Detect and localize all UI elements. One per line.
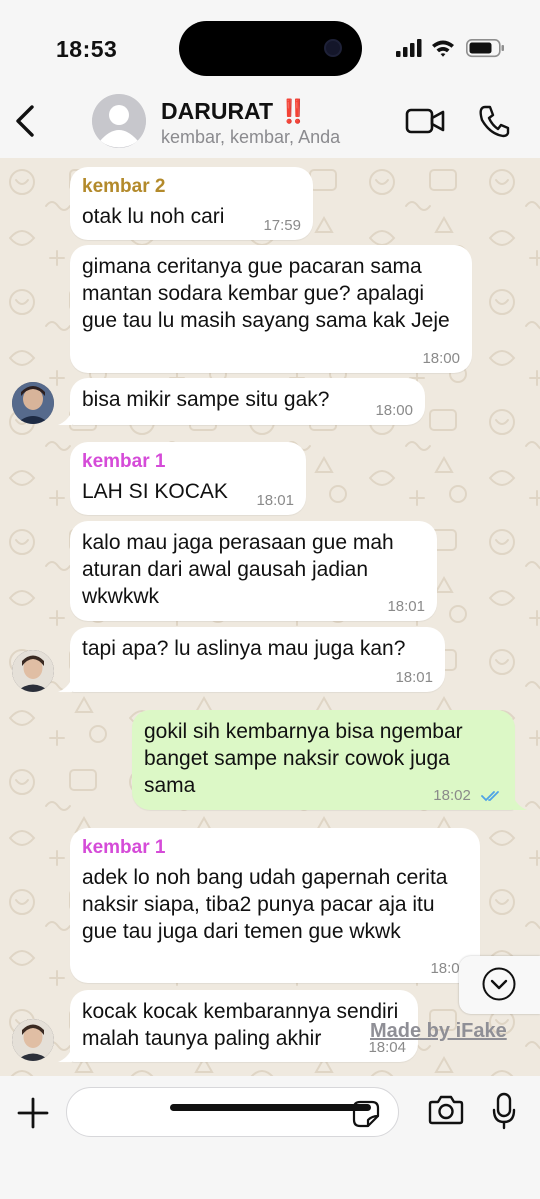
scroll-to-bottom-button[interactable] (459, 956, 540, 1014)
message-text: tapi apa? lu aslinya mau juga kan? (82, 637, 406, 660)
bubble-tail (513, 796, 527, 810)
camera-icon[interactable] (428, 1094, 464, 1126)
video-call-icon[interactable] (405, 106, 445, 136)
chevron-down-circle-icon (482, 967, 516, 1001)
front-camera-icon (324, 39, 342, 57)
message-time: 18:01 (387, 598, 425, 615)
message-bubble[interactable]: kembar 1 LAH SI KOCAK 18:01 (70, 442, 306, 515)
bubble-tail (58, 1048, 72, 1062)
sender-name: kembar 1 (82, 451, 166, 472)
message-time-value: 18:02 (433, 787, 471, 804)
microphone-icon[interactable] (492, 1092, 516, 1130)
bubble-tail (58, 411, 72, 425)
message-text: adek lo noh bang udah gapernah cerita na… (82, 866, 448, 943)
message-time: 17:59 (263, 217, 301, 234)
group-title-text: DARURAT (161, 98, 274, 124)
message-time: 18:02 (433, 788, 503, 804)
chat-header: DARURAT ‼️ kembar, kembar, Anda (0, 90, 540, 158)
message-bubble[interactable]: gimana ceritanya gue pacaran sama mantan… (70, 245, 472, 373)
message-text: kalo mau jaga perasaan gue mah aturan da… (82, 531, 394, 608)
status-icons (396, 39, 504, 58)
message-bubble[interactable]: kocak kocak kembarannya sendiri malah ta… (70, 990, 418, 1062)
home-indicator[interactable] (170, 1104, 371, 1111)
status-bar: 18:53 (0, 0, 540, 90)
group-members[interactable]: kembar, kembar, Anda (161, 127, 340, 148)
wifi-icon (432, 40, 454, 57)
message-text: gimana ceritanya gue pacaran sama mantan… (82, 255, 450, 332)
double-exclamation-emoji: ‼️ (279, 98, 309, 124)
message-bubble[interactable]: kalo mau jaga perasaan gue mah aturan da… (70, 521, 437, 621)
bubble-tail (58, 678, 72, 692)
battery-icon (466, 39, 504, 58)
message-time: 18:01 (395, 669, 433, 686)
message-input[interactable] (66, 1087, 399, 1137)
plus-icon[interactable] (16, 1096, 50, 1130)
avatar-photo (12, 382, 54, 424)
avatar-photo (12, 650, 54, 692)
outgoing-message-bubble[interactable]: gokil sih kembarnya bisa ngembar banget … (132, 710, 515, 810)
message-time: 18:00 (375, 402, 413, 419)
phone-icon[interactable] (478, 104, 510, 138)
group-avatar[interactable] (92, 94, 146, 148)
group-title[interactable]: DARURAT ‼️ (161, 98, 308, 125)
sender-name: kembar 2 (82, 176, 166, 197)
back-icon[interactable] (12, 104, 38, 138)
watermark: Made by iFake (370, 1020, 507, 1042)
composer-bar (0, 1076, 540, 1199)
dynamic-island (179, 21, 362, 76)
sender-avatar[interactable] (12, 382, 54, 424)
message-bubble[interactable]: kembar 1 adek lo noh bang udah gapernah … (70, 828, 480, 983)
sender-avatar[interactable] (12, 650, 54, 692)
status-time: 18:53 (56, 36, 118, 62)
chat-area[interactable]: kembar 2 otak lu noh cari 17:59 gimana c… (0, 158, 540, 1076)
read-receipt-icon (481, 791, 499, 802)
message-bubble[interactable]: bisa mikir sampe situ gak? 18:00 (70, 378, 425, 425)
message-time: 18:01 (256, 492, 294, 509)
sender-avatar[interactable] (12, 1019, 54, 1061)
message-time: 18:00 (422, 350, 460, 367)
message-text: kocak kocak kembarannya sendiri malah ta… (82, 1000, 399, 1050)
person-placeholder-icon (92, 94, 146, 148)
message-bubble[interactable]: tapi apa? lu aslinya mau juga kan? 18:01 (70, 627, 445, 692)
message-text: bisa mikir sampe situ gak? (82, 388, 330, 411)
message-bubble[interactable]: kembar 2 otak lu noh cari 17:59 (70, 167, 313, 240)
avatar-photo (12, 1019, 54, 1061)
cellular-signal-icon (396, 39, 422, 57)
sender-name: kembar 1 (82, 837, 166, 858)
